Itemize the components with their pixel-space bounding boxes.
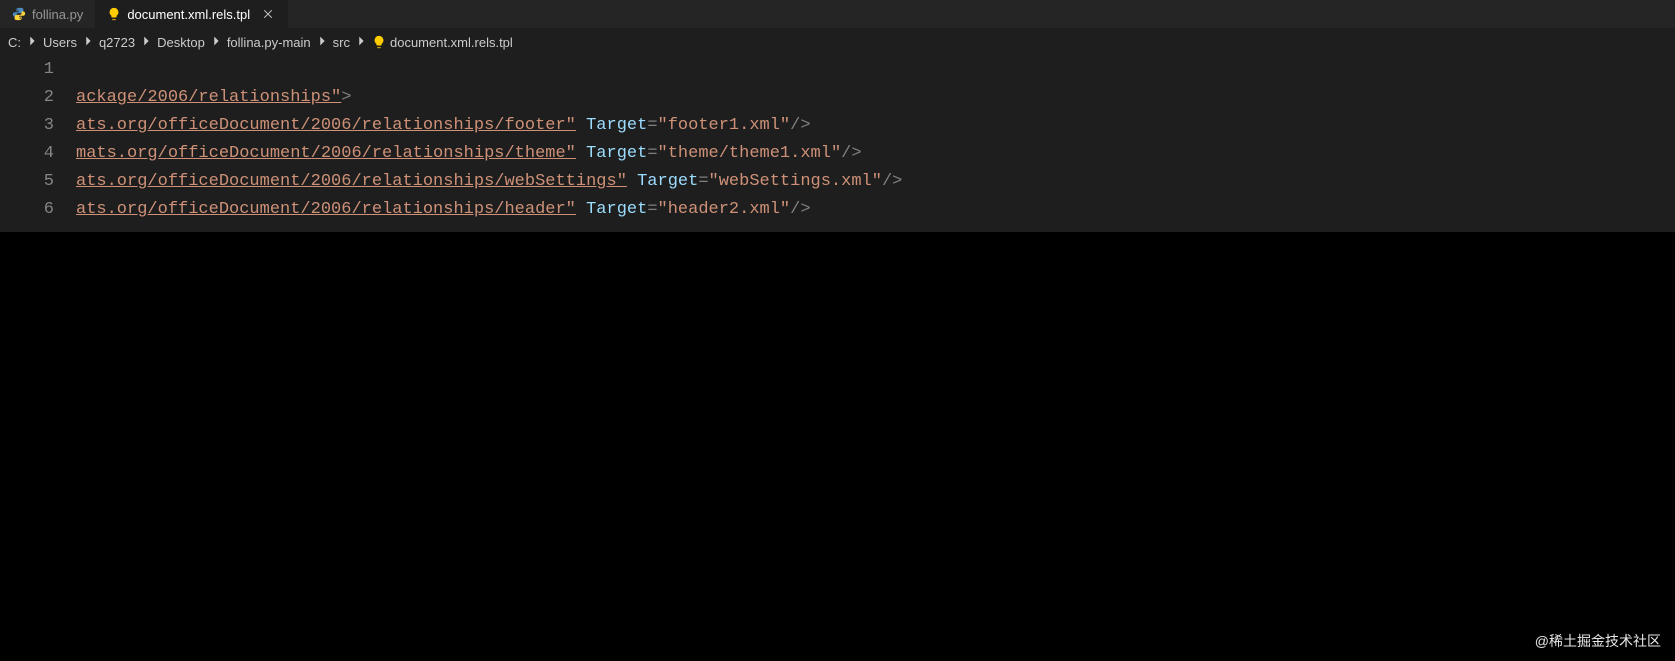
chevron-right-icon xyxy=(354,34,368,51)
tab-document-rels[interactable]: document.xml.rels.tpl xyxy=(95,0,288,28)
chevron-right-icon xyxy=(209,34,223,51)
line-number: 2 xyxy=(0,84,54,112)
chevron-right-icon xyxy=(315,34,329,51)
chevron-right-icon xyxy=(139,34,153,51)
breadcrumb-item[interactable]: q2723 xyxy=(99,35,135,50)
code-line[interactable] xyxy=(76,56,1675,84)
line-number: 5 xyxy=(0,168,54,196)
breadcrumb-file[interactable]: document.xml.rels.tpl xyxy=(372,35,513,50)
breadcrumb-item[interactable]: C: xyxy=(8,35,21,50)
code-area[interactable]: 123456 ackage/2006/relationships">ats.or… xyxy=(0,56,1675,224)
tab-bar: follina.py document.xml.rels.tpl xyxy=(0,0,1675,28)
code-line[interactable]: ats.org/officeDocument/2006/relationship… xyxy=(76,112,1675,140)
close-icon[interactable] xyxy=(260,6,276,22)
tab-follina[interactable]: follina.py xyxy=(0,0,95,28)
breadcrumb-item[interactable]: Desktop xyxy=(157,35,205,50)
breadcrumb: C: Users q2723 Desktop follina.py-main src doc… xyxy=(0,28,1675,56)
line-number: 3 xyxy=(0,112,54,140)
code-line[interactable]: ats.org/officeDocument/2006/relationship… xyxy=(76,168,1675,196)
line-gutter: 123456 xyxy=(0,56,76,224)
code-content[interactable]: ackage/2006/relationships">ats.org/offic… xyxy=(76,56,1675,224)
breadcrumb-item[interactable]: src xyxy=(333,35,350,50)
line-number: 4 xyxy=(0,140,54,168)
line-number: 1 xyxy=(0,56,54,84)
chevron-right-icon xyxy=(81,34,95,51)
breadcrumb-item[interactable]: Users xyxy=(43,35,77,50)
editor-area: follina.py document.xml.rels.tpl C: Users… xyxy=(0,0,1675,232)
bulb-icon xyxy=(372,35,386,49)
watermark-text: @稀土掘金技术社区 xyxy=(1535,631,1661,651)
code-line[interactable]: ackage/2006/relationships"> xyxy=(76,84,1675,112)
breadcrumb-item[interactable]: follina.py-main xyxy=(227,35,311,50)
code-line[interactable]: ats.org/officeDocument/2006/relationship… xyxy=(76,196,1675,224)
chevron-right-icon xyxy=(25,34,39,51)
tab-label: follina.py xyxy=(32,7,83,22)
tab-label: document.xml.rels.tpl xyxy=(127,7,250,22)
breadcrumb-file-label: document.xml.rels.tpl xyxy=(390,35,513,50)
line-number: 6 xyxy=(0,196,54,224)
bulb-icon xyxy=(107,7,121,21)
code-line[interactable]: mats.org/officeDocument/2006/relationshi… xyxy=(76,140,1675,168)
python-icon xyxy=(12,7,26,21)
